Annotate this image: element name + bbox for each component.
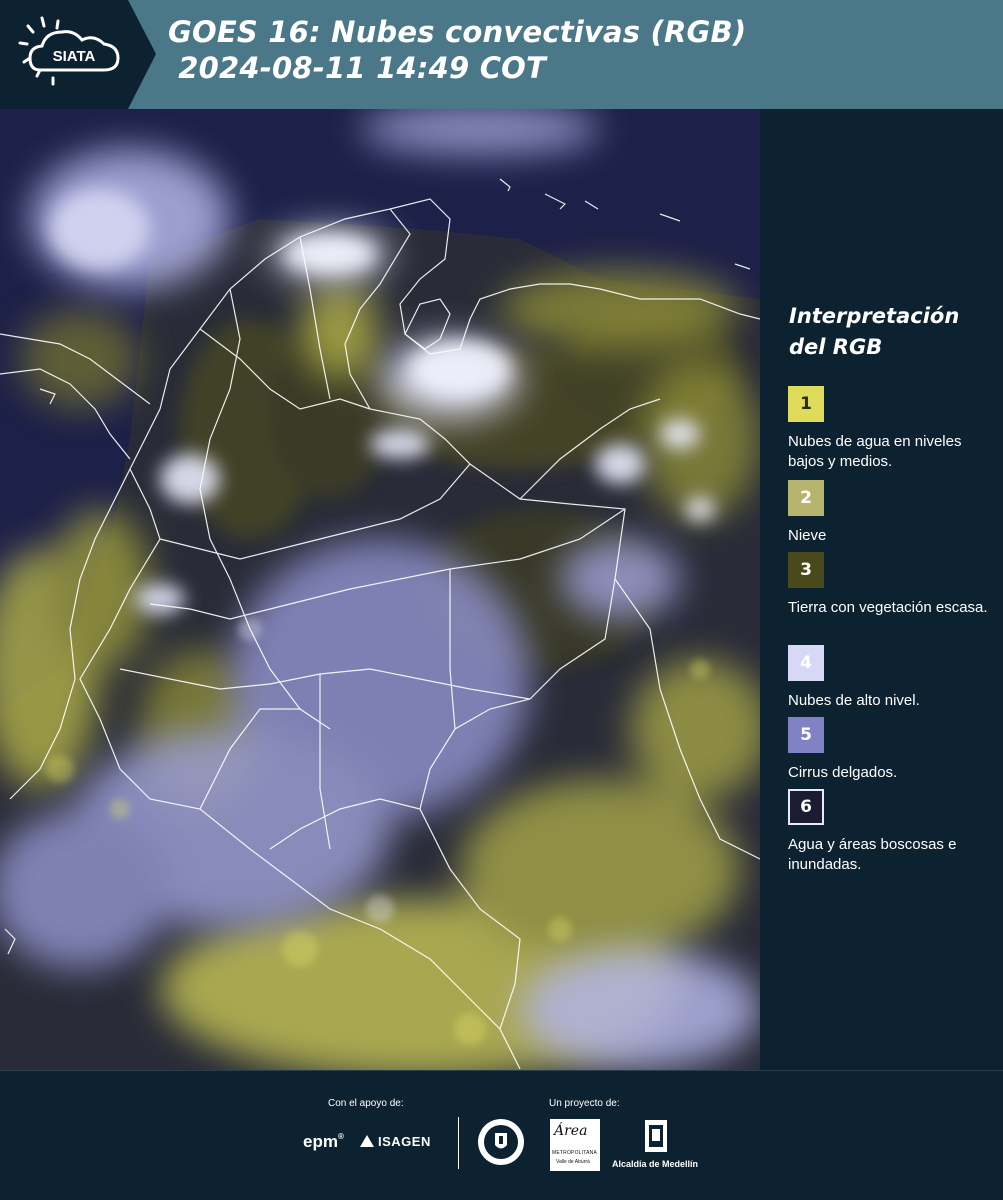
footer-divider (458, 1117, 459, 1169)
alcaldia-shield-icon (644, 1119, 668, 1157)
legend-item-2: 2 Nieve (788, 480, 998, 546)
legend-title: Interpretación del RGB (789, 304, 960, 359)
project-label: Un proyecto de: (549, 1098, 620, 1109)
alcaldia-logo-text: Alcaldía de Medellín (612, 1159, 699, 1169)
epm-logo: epm® (303, 1132, 344, 1151)
legend-item-1: 1 Nubes de agua en niveles bajos y medio… (788, 386, 998, 472)
logo-text: SIATA (53, 48, 96, 65)
isagen-mark-icon (360, 1135, 374, 1147)
legend-label: Agua y áreas boscosas e inundadas. (788, 836, 957, 873)
legend-label: Cirrus delgados. (788, 764, 898, 781)
siata-logo: SIATA (0, 0, 156, 109)
legend-item-3: 3 Tierra con vegetación escasa. (788, 552, 998, 618)
legend-item-4: 4 Nubes de alto nivel. (788, 645, 998, 711)
legend-panel: Interpretación del RGB 1 Nubes de agua e… (776, 109, 1003, 1070)
area-metropolitana-logo: Área METROPOLITANA Valle de Aburrá (550, 1119, 600, 1171)
header-bar: SIATA GOES 16: Nubes convectivas (RGB) 2… (0, 0, 1003, 109)
map-right-margin (760, 109, 776, 1067)
goes-rgb-image (0, 109, 760, 1070)
satellite-map[interactable] (0, 109, 760, 1070)
footer: Con el apoyo de: Un proyecto de: epm® IS… (0, 1070, 1003, 1200)
page-title: GOES 16: Nubes convectivas (RGB) 2024-08… (168, 15, 747, 85)
legend-label: Nubes de alto nivel. (788, 692, 920, 709)
legend-swatch: 3 (788, 552, 824, 588)
legend-swatch: 1 (788, 386, 824, 422)
support-label: Con el apoyo de: (328, 1098, 404, 1109)
legend-swatch: 6 (788, 789, 824, 825)
legend-swatch: 2 (788, 480, 824, 516)
legend-label: Tierra con vegetación escasa. (788, 599, 988, 616)
legend-label: Nieve (788, 527, 827, 544)
legend-item-5: 5 Cirrus delgados. (788, 717, 998, 783)
legend-swatch: 5 (788, 717, 824, 753)
legend-label: Nubes de agua en niveles bajos y medios. (788, 433, 962, 470)
medellin-seal-logo (476, 1117, 526, 1167)
legend-item-6: 6 Agua y áreas boscosas e inundadas. (788, 789, 998, 875)
legend-swatch: 4 (788, 645, 824, 681)
isagen-logo: ISAGEN (360, 1134, 431, 1149)
